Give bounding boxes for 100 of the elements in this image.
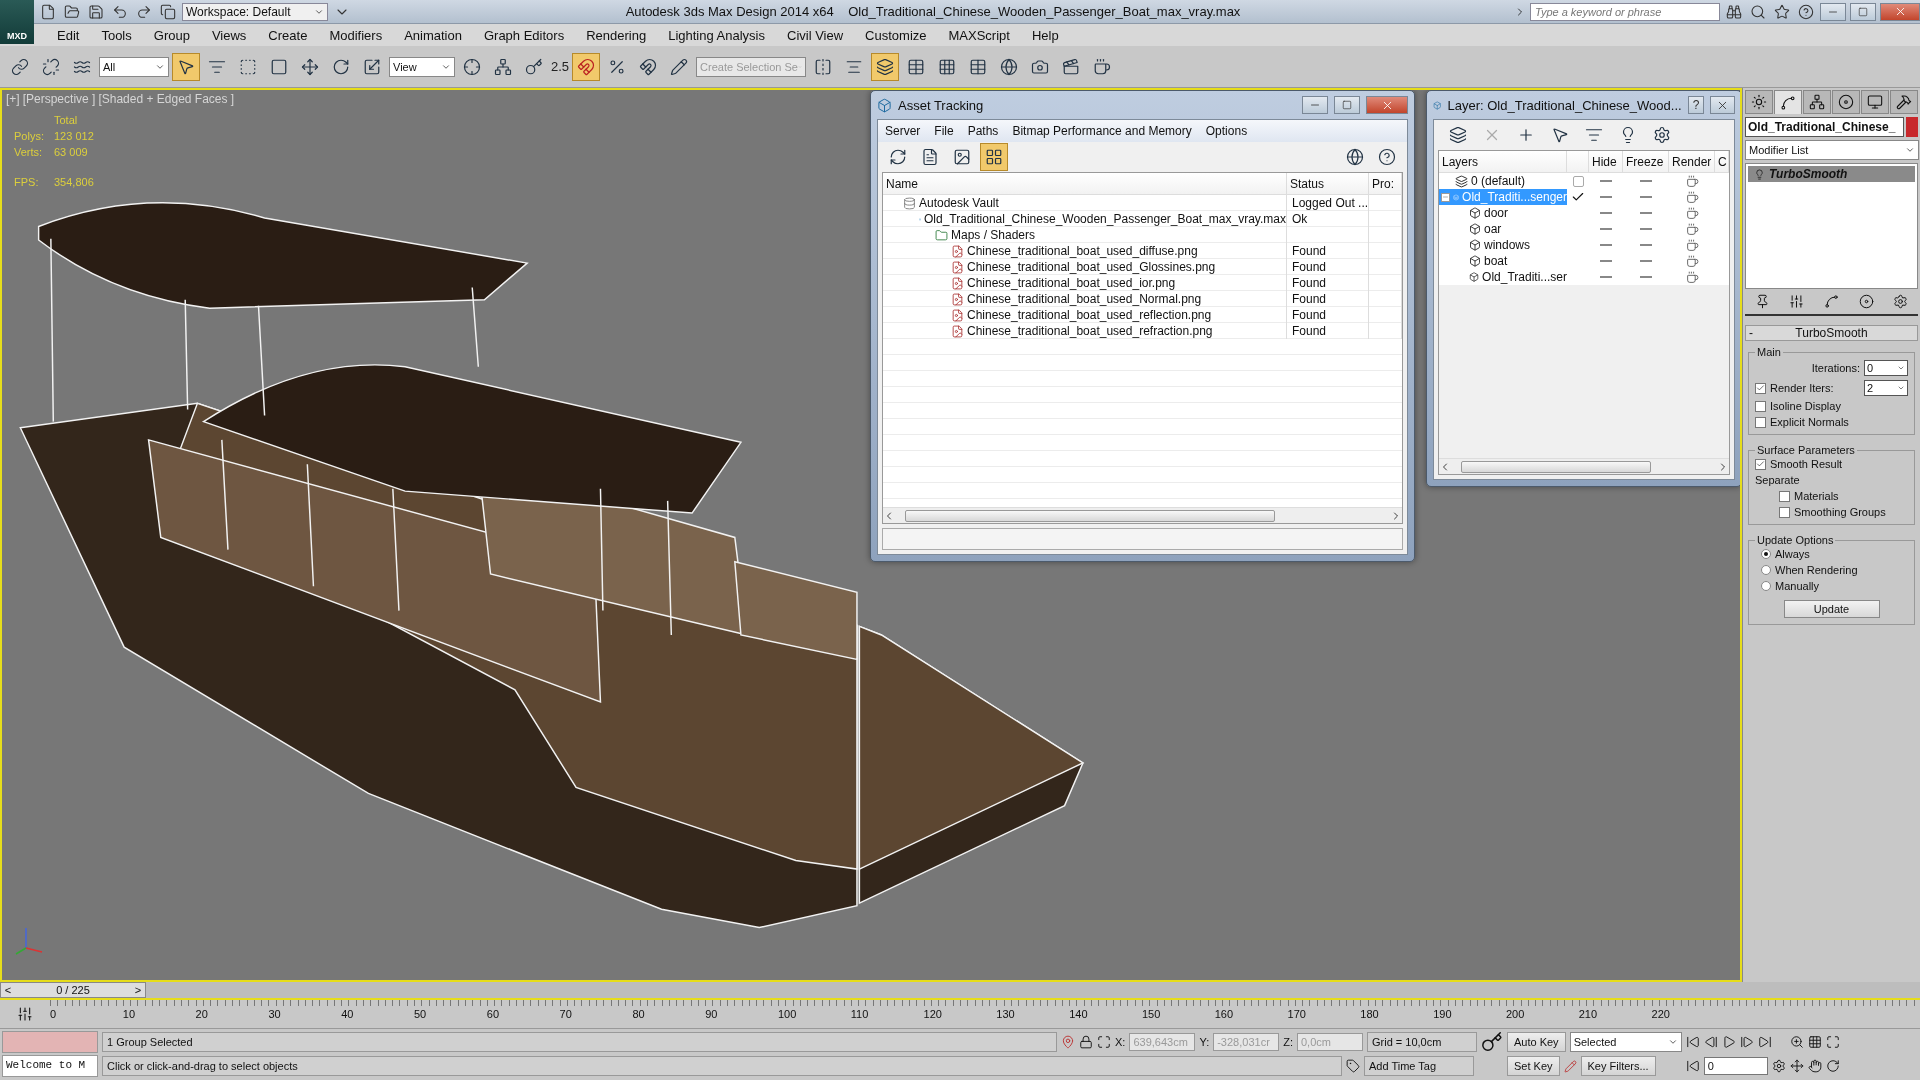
frame-tick-label: 0 <box>50 1008 57 1020</box>
asset-name[interactable]: Chinese_traditional_boat_used_reflection.png <box>967 308 1212 322</box>
frame-field[interactable]: 0 <box>1703 1057 1768 1075</box>
window-title: Layer: Old_Traditional_Chinese_Wood... <box>1447 97 1682 113</box>
frame-tick-label: 80 <box>632 1008 645 1020</box>
status-text: Ok <box>1292 212 1308 226</box>
checkbox-label: Smooth Result <box>1770 458 1843 470</box>
key-filters-button[interactable]: Key Filters... <box>1580 1056 1656 1076</box>
asset-name[interactable]: Chinese_traditional_boat_used_Normal.png <box>967 292 1202 306</box>
modifier-list-dropdown[interactable]: Modifier List <box>1745 140 1919 160</box>
menu-item[interactable]: Views <box>200 27 258 43</box>
workspace-dropdown[interactable]: Workspace: Default <box>182 2 328 21</box>
column-header[interactable]: Layers <box>1439 151 1567 172</box>
column-header[interactable]: Pro: <box>1369 173 1402 194</box>
asset-name[interactable]: Maps / Shaders <box>951 228 1036 242</box>
menu-item[interactable]: Customize <box>854 27 938 43</box>
status-text: Found <box>1292 244 1327 258</box>
menu-item[interactable]: Bitmap Performance and Memory <box>1005 124 1199 138</box>
spinner-field[interactable]: 2 <box>1864 380 1908 396</box>
status-text: Found <box>1292 324 1327 338</box>
menu-item[interactable]: Help <box>1020 27 1070 43</box>
frame-tick-label: 20 <box>195 1008 208 1020</box>
menu-item[interactable]: Civil View <box>776 27 855 43</box>
asset-name[interactable]: Chinese_traditional_boat_used_ior.png <box>967 276 1176 290</box>
frame-tick-label: 190 <box>1433 1008 1452 1020</box>
radio-label: When Rendering <box>1775 564 1858 576</box>
menu-item[interactable]: Lighting Analysis <box>657 27 776 43</box>
app-logo-button[interactable]: MXD <box>0 0 34 44</box>
object-name-field[interactable]: Old_Traditional_Chinese_ <box>1745 117 1904 137</box>
stats-value: 354,806 <box>54 176 94 188</box>
group-title: Update Options <box>1756 534 1835 546</box>
set-key-button[interactable]: Set Key <box>1507 1056 1560 1076</box>
checkbox-label: Smoothing Groups <box>1794 506 1886 518</box>
listener-output[interactable]: Welcome to M <box>2 1055 98 1077</box>
checkbox-label: Explicit Normals <box>1770 416 1849 428</box>
asset-name[interactable]: Chinese_traditional_boat_used_refraction.png <box>967 324 1213 338</box>
menu-item[interactable]: MAXScript <box>937 27 1021 43</box>
object-item[interactable]: oar <box>1439 221 1567 237</box>
frame-tick-label: 130 <box>996 1008 1015 1020</box>
search-field[interactable]: Type a keyword or phrase <box>1530 2 1720 21</box>
frame-tick-label: 70 <box>559 1008 572 1020</box>
checkbox-label: Materials <box>1794 490 1839 502</box>
reference-coordinate-dropdown[interactable]: View <box>389 56 455 77</box>
frame-tick-label: 220 <box>1651 1008 1670 1020</box>
frame-tick-label: 110 <box>850 1008 869 1020</box>
menu-item[interactable]: Modifiers <box>318 27 394 43</box>
menu-item[interactable]: Edit <box>46 27 91 43</box>
column-header[interactable]: Render <box>1669 151 1715 172</box>
asset-name[interactable]: Chinese_traditional_boat_used_diffuse.png <box>967 244 1198 258</box>
modifier-item[interactable]: TurboSmooth <box>1748 166 1915 182</box>
window-title: Autodesk 3ds Max Design 2014 x64 Old_Traditional_Chinese_Wooden_Passenger_Boat_max_vray.max <box>624 4 1242 19</box>
frame-tick-label: 200 <box>1505 1008 1525 1020</box>
asset-name[interactable]: Autodesk Vault <box>919 196 999 210</box>
menu-item[interactable]: Options <box>1198 124 1255 138</box>
asset-name[interactable]: Chinese_traditional_boat_used_Glossines.png <box>967 260 1216 274</box>
menu-item[interactable]: Group <box>142 27 201 43</box>
stats-label: Verts: <box>14 146 44 158</box>
layer-item[interactable]: 0 (default) <box>1439 173 1567 189</box>
asset-name[interactable]: Old_Traditional_Chinese_Wooden_Passenger_Boat_max_vray.max <box>924 212 1286 226</box>
key-mode-dropdown[interactable]: Selected <box>1569 1032 1682 1052</box>
column-header[interactable]: Freeze <box>1623 151 1669 172</box>
selection-status: 1 Group Selected <box>102 1032 1057 1052</box>
menu-item[interactable]: Animation <box>393 27 473 43</box>
menu-item[interactable]: Create <box>257 27 319 43</box>
help-button[interactable]: ? <box>1687 96 1705 114</box>
frame-tick-label: 90 <box>705 1008 718 1020</box>
menu-item[interactable]: Tools <box>90 27 143 43</box>
coordinate-label: X: <box>1115 1036 1126 1048</box>
stats-value: 123 012 <box>54 130 94 142</box>
column-header[interactable]: C <box>1715 151 1729 172</box>
auto-key-button[interactable]: Auto Key <box>1507 1032 1566 1052</box>
coordinate-label: Z: <box>1283 1036 1293 1048</box>
radio-label: Manually <box>1775 580 1820 592</box>
menu-item[interactable]: Graph Editors <box>472 27 576 43</box>
menu-item[interactable]: Paths <box>960 124 1006 138</box>
object-item[interactable]: Old_Traditi...ser <box>1439 269 1567 285</box>
object-item[interactable]: windows <box>1439 237 1567 253</box>
add-time-tag[interactable]: Add Time Tag <box>1364 1056 1474 1076</box>
rollout-header[interactable]: - TurboSmooth <box>1745 325 1918 341</box>
status-text: Found <box>1292 260 1327 274</box>
frame-tick-label: 50 <box>414 1008 427 1020</box>
object-item[interactable]: door <box>1439 205 1567 221</box>
window-title: Asset Tracking <box>898 97 985 113</box>
object-item[interactable]: boat <box>1439 253 1567 269</box>
status-text: Logged Out ... <box>1292 196 1369 210</box>
frame-tick-label: 140 <box>1069 1008 1088 1020</box>
spinner-field[interactable]: 0 <box>1864 360 1908 376</box>
grid-status: Grid = 10,0cm <box>1367 1032 1477 1052</box>
stats-label: FPS: <box>14 176 40 188</box>
menu-item[interactable]: Rendering <box>575 27 658 43</box>
column-header[interactable]: Hide <box>1589 151 1623 172</box>
update-button[interactable]: Update <box>1783 600 1880 618</box>
snap-toggle[interactable]: 2.5 <box>551 59 570 74</box>
column-header[interactable]: Name <box>883 173 1287 194</box>
time-slider[interactable]: < 0 / 225 > <box>0 982 146 998</box>
menu-item[interactable]: File <box>927 124 961 138</box>
menu-item[interactable]: Server <box>878 124 928 138</box>
selection-filter-dropdown[interactable]: All <box>99 56 169 77</box>
column-header[interactable]: Status <box>1287 173 1369 194</box>
frame-tick-label: 100 <box>777 1008 797 1020</box>
